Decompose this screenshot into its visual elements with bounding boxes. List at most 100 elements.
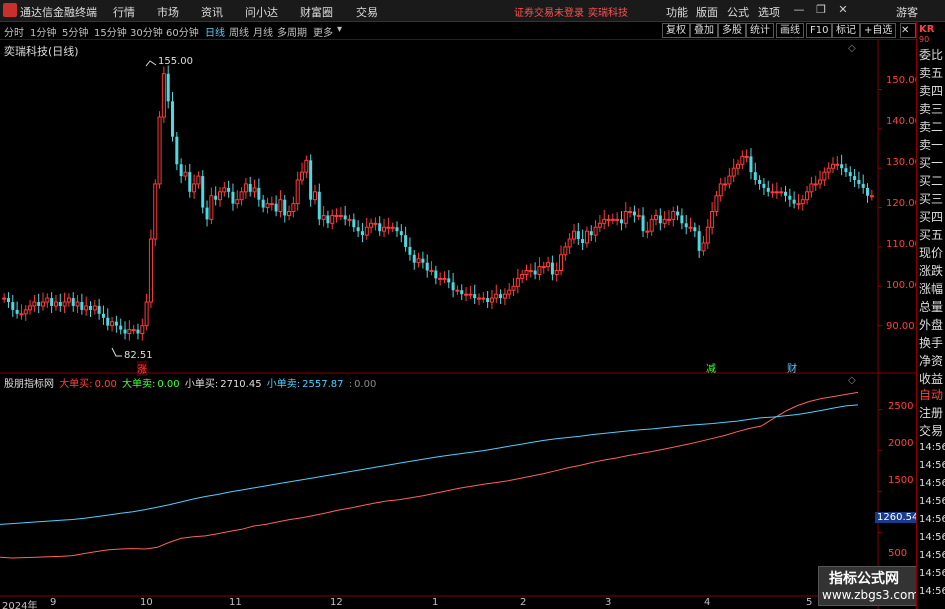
f10-button[interactable]: F10 [806, 23, 833, 38]
candle-body [352, 219, 356, 228]
candle-body [455, 289, 460, 292]
tool-function[interactable]: 功能 [666, 4, 688, 20]
candle-body [857, 180, 861, 184]
period-monthly[interactable]: 月线 [253, 24, 273, 39]
menu-news[interactable]: 资讯 [201, 4, 223, 20]
candle-body [705, 226, 710, 244]
sub-y-tick: 1500 [888, 475, 914, 486]
candle-body [476, 297, 482, 300]
tool-layout[interactable]: 版面 [696, 4, 718, 20]
legend-extra-value: 0.00 [354, 379, 377, 390]
candle-body [442, 277, 447, 280]
candle-body [23, 309, 28, 315]
reduce-marker[interactable]: 减 [706, 360, 716, 375]
minimize-icon[interactable]: — [790, 2, 808, 18]
app-logo-icon [3, 3, 17, 17]
restore-rights-button[interactable]: 复权 [662, 23, 690, 38]
sidebar-item: 买二 [919, 174, 944, 188]
chart-canvas[interactable] [0, 40, 916, 609]
candle-body [28, 305, 33, 311]
period-multi[interactable]: 多周期 [277, 24, 307, 39]
period-more[interactable]: 更多 [313, 24, 333, 39]
period-weekly[interactable]: 周线 [229, 24, 249, 39]
legend-big-buy-label: 大单买: [59, 379, 93, 390]
candle-body [744, 155, 749, 158]
menu-quotes[interactable]: 行情 [113, 4, 135, 20]
candle-body [317, 191, 321, 220]
mark-button[interactable]: 标记 [832, 23, 860, 38]
candle-body [175, 136, 179, 165]
sidebar-item: 买五 [919, 228, 944, 242]
tool-options[interactable]: 选项 [758, 4, 780, 20]
close-chart-icon[interactable]: ✕ [900, 23, 916, 38]
period-1min[interactable]: 1分钟 [30, 24, 56, 39]
sidebar-code-sub: 90 [919, 35, 930, 44]
menu-ask[interactable]: 问小达 [245, 4, 278, 20]
sidebar-auto[interactable]: 自动 [919, 386, 945, 403]
period-30min[interactable]: 30分钟 [130, 24, 163, 39]
multi-stock-button[interactable]: 多股 [718, 23, 746, 38]
statistics-button[interactable]: 统计 [746, 23, 774, 38]
candle-body [610, 218, 615, 221]
candle-body [136, 329, 140, 334]
candle-body [287, 211, 292, 216]
x-tick: 11 [229, 597, 242, 608]
candle-body [421, 258, 425, 263]
candle-body [101, 313, 105, 318]
sidebar-item: 买一 [919, 156, 944, 170]
period-60min[interactable]: 60分钟 [166, 24, 199, 39]
sidebar-item: 委比 [919, 48, 944, 62]
candle-body [188, 172, 192, 192]
tool-formula[interactable]: 公式 [727, 4, 749, 20]
x-tick: 3 [605, 597, 612, 608]
rise-marker[interactable]: 涨 [137, 361, 147, 376]
menu-market[interactable]: 市场 [157, 4, 179, 20]
period-timeshare[interactable]: 分时 [4, 24, 24, 39]
diamond-icon[interactable]: ◇ [848, 43, 856, 54]
watermark-url: www.zbgs3.com [822, 588, 920, 602]
sub-y-tick: 2500 [888, 401, 914, 412]
candle-body [408, 246, 412, 255]
candle-body [140, 325, 145, 335]
candle-body [192, 183, 197, 193]
draw-line-button[interactable]: 画线 [776, 23, 804, 38]
period-5min[interactable]: 5分钟 [62, 24, 88, 39]
candle-body [813, 183, 818, 186]
sidebar-register[interactable]: 注册 [919, 404, 945, 421]
sidebar-item: 总量 [919, 300, 944, 314]
candle-body [19, 313, 24, 316]
guest-label[interactable]: 游客 [896, 4, 918, 20]
candle-body [84, 305, 89, 311]
candle-body [451, 282, 455, 291]
menu-trade[interactable]: 交易 [356, 4, 378, 20]
x-tick: 12 [330, 597, 343, 608]
sidebar-item: 卖四 [919, 84, 944, 98]
candle-body [546, 262, 551, 268]
period-daily[interactable]: 日线 [205, 24, 225, 39]
candle-body [278, 199, 283, 212]
more-chevron-icon[interactable]: ▾ [337, 24, 342, 35]
period-15min[interactable]: 15分钟 [94, 24, 127, 39]
add-favorite-button[interactable]: +自选 [860, 23, 897, 38]
candle-body [53, 301, 58, 307]
restore-icon[interactable]: ❐ [812, 2, 830, 18]
sidebar-trade[interactable]: 交易 [919, 422, 945, 439]
candle-body [740, 155, 745, 165]
candle-body [593, 226, 598, 236]
legend-big-sell-label: 大单卖: [122, 379, 156, 390]
candle-body [110, 321, 115, 327]
indicator-name: 股朋指标网 [4, 379, 54, 390]
candle-body [628, 211, 633, 213]
candle-body [653, 214, 659, 220]
candle-body [386, 226, 391, 229]
candle-body [300, 171, 305, 181]
overlay-button[interactable]: 叠加 [690, 23, 718, 38]
close-icon[interactable]: ✕ [834, 2, 852, 18]
candle-body [494, 293, 499, 299]
diamond-icon-sub[interactable]: ◇ [848, 375, 856, 386]
annotations [111, 60, 157, 357]
sidebar-time: 14:56 [919, 514, 945, 525]
menu-wealth[interactable]: 财富圈 [300, 4, 333, 20]
finance-marker[interactable]: 财 [787, 360, 797, 375]
login-status[interactable]: 证券交易未登录 [514, 4, 584, 19]
